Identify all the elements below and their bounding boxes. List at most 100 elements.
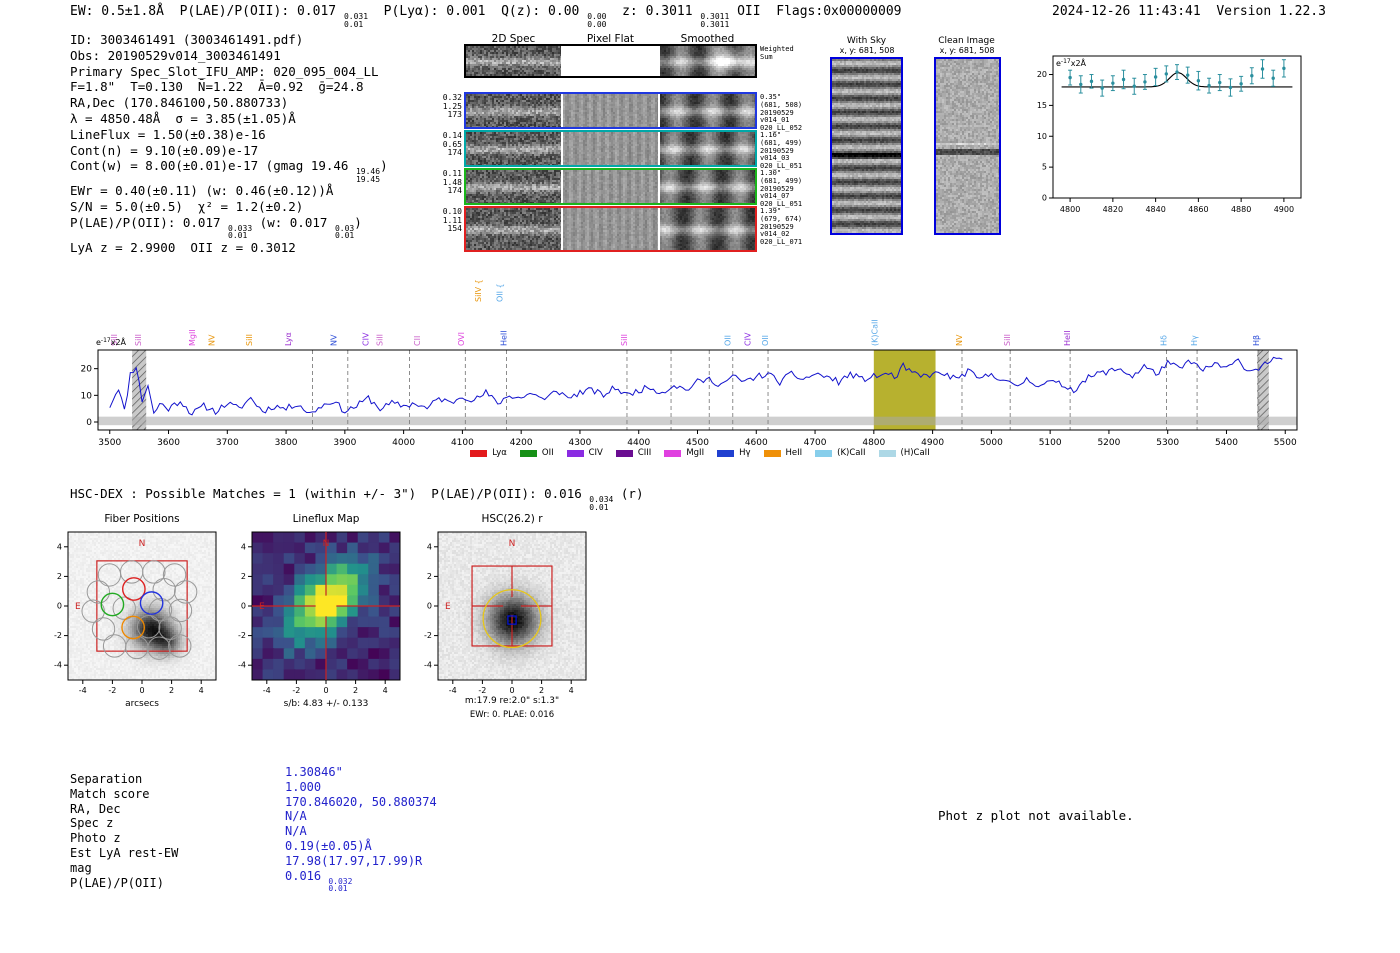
flux-x-tick: 4 bbox=[383, 686, 388, 695]
flux-x-tick: -4 bbox=[263, 686, 271, 695]
spec2d-strip-pixelflat bbox=[563, 94, 658, 127]
info-line: λ = 4850.48Å σ = 3.85(±1.05)Å bbox=[70, 111, 388, 127]
legend-label: (H)CaII bbox=[900, 448, 930, 458]
emission-line-labels: SiII SiII MgII NV SiII Lyα NV CIV SiII CII OVI SiIV… bbox=[110, 279, 1261, 346]
match-table-value: 17.98(17.97,17.99)R bbox=[285, 854, 422, 868]
spec2d-row-left-label: 0.32 1.25 173 bbox=[410, 93, 462, 120]
spec2d-row-left-label: 0.11 1.48 174 bbox=[410, 169, 462, 196]
legend-swatch bbox=[615, 449, 633, 457]
inset-x-tick: 4860 bbox=[1188, 205, 1208, 214]
line-label-civ: CIV bbox=[361, 332, 370, 346]
hsc-box bbox=[437, 531, 587, 681]
line-label-heii: HeII bbox=[1063, 330, 1072, 346]
legend-item: Lyα bbox=[470, 448, 507, 458]
text-segment: Primary Spec_Slot_IFU_AMP: 020_095_004_L… bbox=[70, 63, 379, 79]
match-table-label: mag bbox=[70, 860, 92, 875]
lineflux-map-plot: -4 -4 -2 -2 0 0 2 2 4 4 N E bbox=[238, 531, 401, 695]
sup-sub-value: 0.034 0.01 bbox=[589, 495, 614, 512]
value-line: Sum bbox=[760, 52, 773, 61]
text-segment: N/A bbox=[285, 809, 307, 824]
sup-sub-value: 19.46 19.45 bbox=[355, 167, 381, 184]
line-label-ovi: OVI bbox=[457, 332, 466, 346]
line-label-siii: SiII bbox=[376, 334, 385, 346]
main-x-tick: 3900 bbox=[333, 438, 356, 448]
spec2d-strip-smoothed bbox=[660, 170, 755, 203]
inset-y-tick: 5 bbox=[1042, 163, 1047, 172]
text-segment: ) bbox=[380, 158, 388, 174]
main-x-tick: 5100 bbox=[1039, 438, 1062, 448]
spec2d-strip-smoothed bbox=[660, 208, 755, 250]
main-x-tick: 5300 bbox=[1156, 438, 1179, 448]
legend-item: (H)CaII bbox=[878, 448, 930, 458]
spec2d-row-left-label: 0.14 0.65 174 bbox=[410, 131, 462, 158]
legend-item: Hγ bbox=[717, 448, 751, 458]
catalog-match-table: Separation 1.30846" Match score 1.000 RA, De… bbox=[70, 765, 437, 900]
line-label-nv: NV bbox=[955, 334, 964, 346]
hsc-y-tick: 2 bbox=[427, 572, 432, 581]
hsc-y-tick: 4 bbox=[427, 542, 432, 551]
line-label-h: Hδ bbox=[1160, 335, 1169, 346]
legend-label: MgII bbox=[686, 448, 705, 458]
main-x-tick: 3500 bbox=[98, 438, 121, 448]
line-label-h: Hγ bbox=[1190, 335, 1199, 346]
spec2d-strip-pixelflat bbox=[563, 170, 658, 203]
spec2d-row-frame bbox=[464, 92, 757, 129]
report-summary-line: EW: 0.5±1.8Å P(LAE)/P(OII): 0.017 0.031 0… bbox=[70, 4, 901, 28]
match-table-label: Photo z bbox=[70, 831, 121, 846]
main-x-tick: 5000 bbox=[980, 438, 1003, 448]
match-table-row: Separation 1.30846" bbox=[70, 765, 437, 787]
line-label-siii: SiII bbox=[134, 334, 143, 346]
info-line: LyA z = 2.9900 OII z = 0.3012 bbox=[70, 240, 388, 256]
spec2d-row-right-label: 0.35" (681, 508) 20190529 v014_01 020_LL_052 bbox=[760, 93, 820, 133]
line-label-oii: OII { bbox=[495, 283, 504, 302]
sup-sub-value: 0.032 0.01 bbox=[328, 876, 353, 894]
info-line: EWr = 0.40(±0.11) (w: 0.46(±0.12))Å bbox=[70, 183, 388, 199]
legend-swatch bbox=[878, 449, 896, 457]
info-line: F=1.8" T=0.130 N̄=1.22 Ā=0.92 ḡ=24.8 bbox=[70, 79, 388, 95]
clean-image-title: Clean Image bbox=[938, 36, 995, 46]
line-label-nv: NV bbox=[330, 334, 339, 346]
match-table-row: mag 17.98(17.97,17.99)R bbox=[70, 854, 437, 876]
main-x-tick: 4000 bbox=[392, 438, 415, 448]
match-table-row: P(LAE)/P(OII) 0.016 0.032 0.01 bbox=[70, 869, 437, 900]
sup-sub-value: 0.3011 0.3011 bbox=[700, 12, 730, 29]
line-label-siiv: SiIV { bbox=[474, 279, 483, 302]
hsc-y-tick: -2 bbox=[424, 631, 432, 640]
legend-item: MgII bbox=[664, 448, 704, 458]
info-line: Primary Spec_Slot_IFU_AMP: 020_095_004_L… bbox=[70, 64, 388, 80]
line-label-oii: OII bbox=[723, 335, 732, 346]
compass-north: N bbox=[323, 539, 330, 549]
spec2d-strip-pixelflat bbox=[563, 208, 658, 250]
value-line: 174 bbox=[447, 148, 462, 158]
line-label-heii: HeII bbox=[500, 330, 509, 346]
text-segment: F=1.8" T=0.130 N̄=1.22 Ā=0.92 ḡ=24.8 bbox=[70, 79, 364, 95]
text-segment: (w: 0.017 bbox=[252, 214, 335, 230]
text-segment: (r) bbox=[613, 486, 644, 501]
spec2d-row-right-label: Weighted Sum bbox=[760, 45, 820, 62]
hsc-x-tick: 0 bbox=[509, 686, 514, 695]
spec2d-strip-pixelflat bbox=[563, 46, 658, 76]
text-segment: P(LAE)/P(OII): 0.017 bbox=[70, 214, 229, 230]
main-x-tick: 4800 bbox=[862, 438, 885, 448]
text-segment: EW: 0.5±1.8Å P(LAE)/P(OII): 0.017 bbox=[70, 4, 344, 19]
main-x-tick: 3700 bbox=[216, 438, 239, 448]
inset-units-label: e-17x2Å bbox=[1056, 57, 1087, 68]
flux-x-tick: 0 bbox=[323, 686, 328, 695]
hsc-x-tick: -4 bbox=[449, 686, 457, 695]
fiber-circle bbox=[125, 635, 149, 660]
fiber-x-tick: 2 bbox=[169, 686, 174, 695]
info-line: RA,Dec (170.846100,50.880733) bbox=[70, 95, 388, 111]
legend-swatch bbox=[717, 449, 735, 457]
sup-sub-value: 0.03 0.01 bbox=[334, 223, 355, 241]
main-units-label: e-17x2Å bbox=[96, 336, 127, 347]
spec2d-strip-smoothed bbox=[660, 46, 755, 76]
match-table-label: Match score bbox=[70, 786, 150, 801]
match-table-value: 0.016 0.032 0.01 bbox=[285, 869, 352, 893]
fiber-y-tick: -4 bbox=[54, 661, 62, 670]
text-segment: Cont(w) = 8.00(±0.01)e-17 (gmag 19.46 bbox=[70, 158, 356, 174]
spec2d-row-right-label: 1.16" (681, 499) 20190529 v014_03 020_LL_051 bbox=[760, 131, 820, 171]
main-spectrum-plot: 3500 3600 3700 3800 3900 4000 4100 4200 4300 4400… bbox=[81, 279, 1298, 448]
spec2d-row-frame bbox=[464, 130, 757, 167]
text-segment: ID: 3003461491 (3003461491.pdf) bbox=[70, 32, 304, 47]
spec2d-strip-smoothed bbox=[660, 132, 755, 165]
